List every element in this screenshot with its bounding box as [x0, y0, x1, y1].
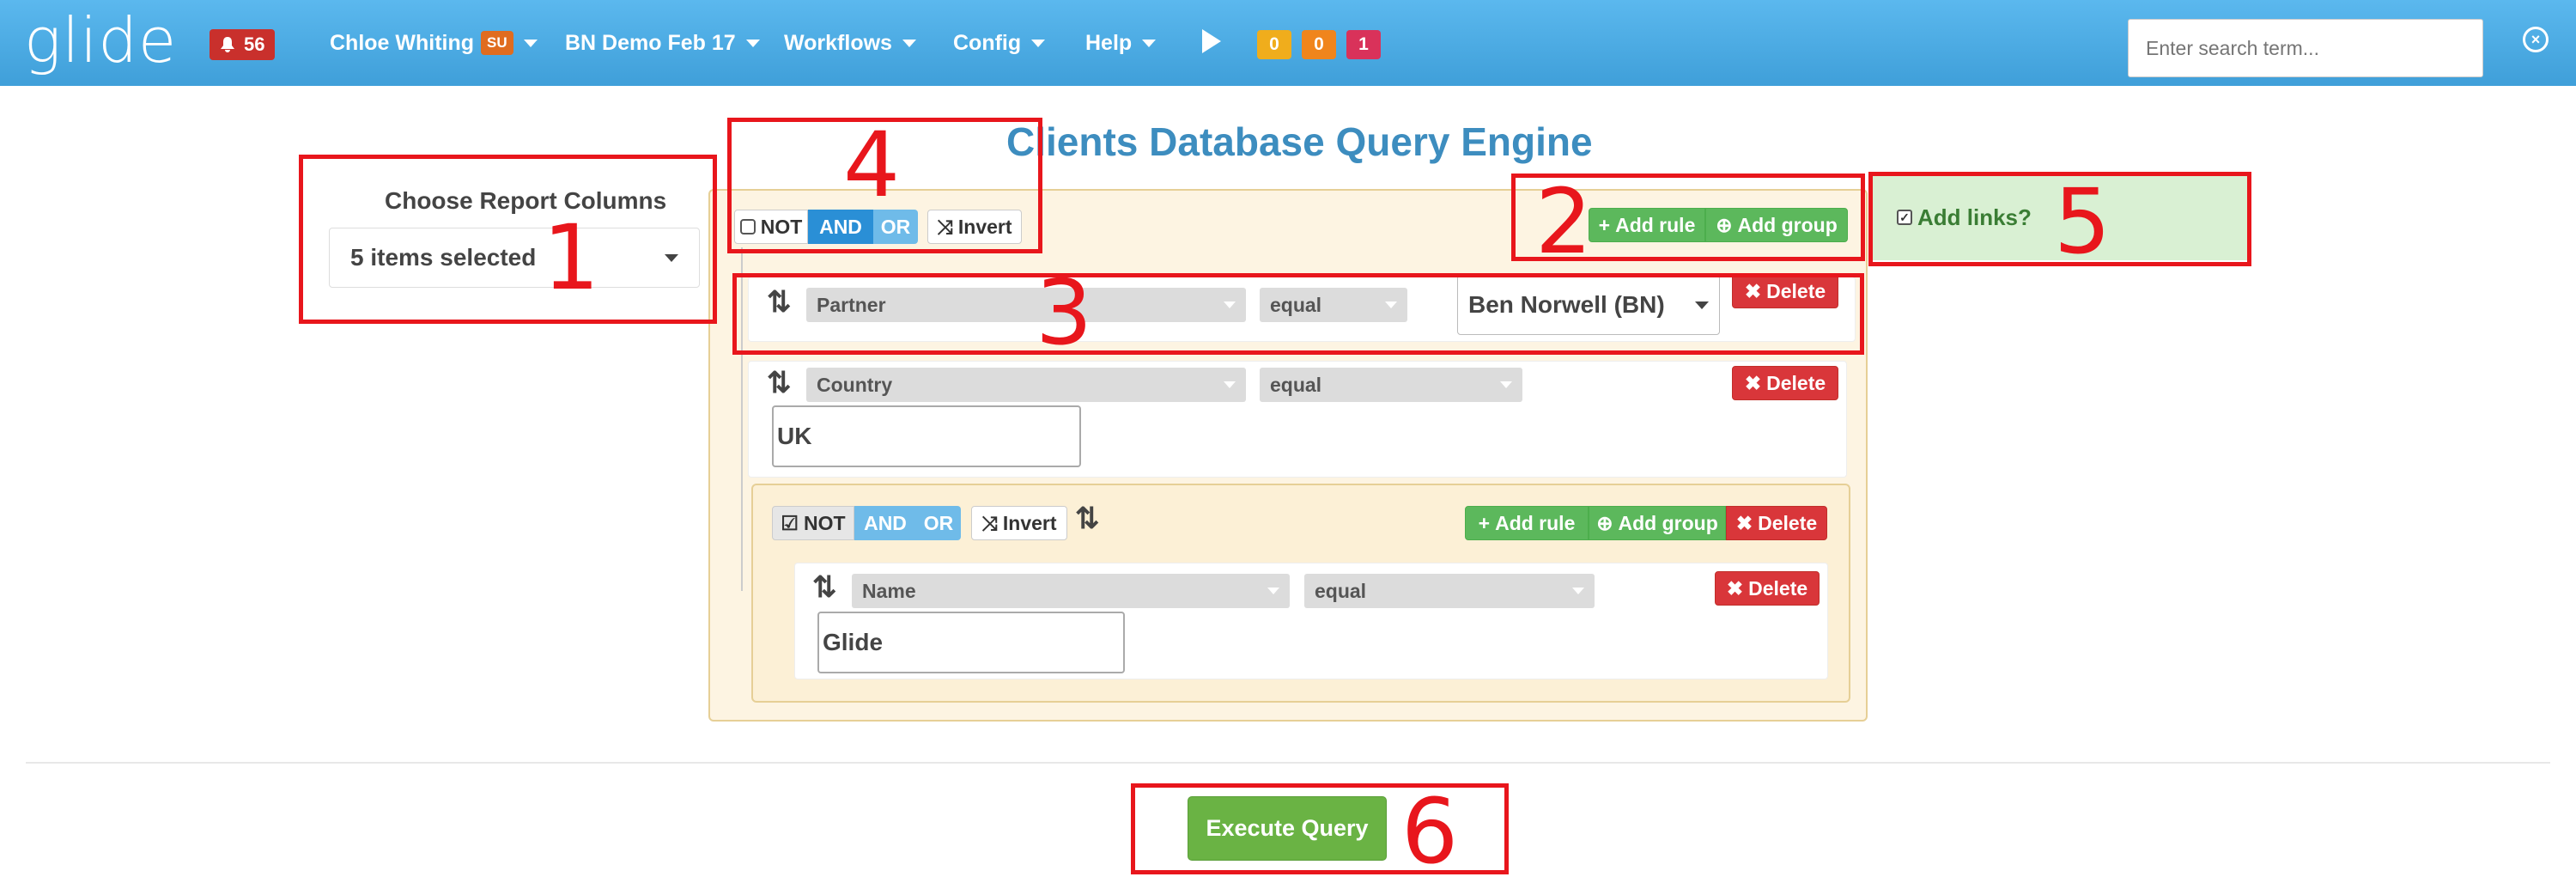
- help-label: Help: [1085, 30, 1133, 55]
- chevron-down-icon: [902, 39, 916, 47]
- group-and-button[interactable]: AND: [854, 506, 916, 540]
- chevron-down-icon: [1031, 39, 1046, 47]
- chevron-down-icon: [1267, 588, 1279, 594]
- close-icon[interactable]: ×: [2523, 27, 2549, 52]
- config-label: Config: [953, 30, 1022, 55]
- value-input[interactable]: Glide: [817, 612, 1125, 673]
- annotation-number: 3: [1036, 260, 1093, 365]
- notifications-count: 56: [244, 33, 265, 55]
- group-add-rule-button[interactable]: + Add rule: [1465, 506, 1589, 540]
- top-navbar: glide 56 Chloe Whiting SU BN Demo Feb 17…: [0, 0, 2576, 86]
- notifications-badge[interactable]: 56: [210, 29, 276, 60]
- config-menu[interactable]: Config: [953, 26, 1046, 60]
- bell-icon: [221, 37, 234, 52]
- sort-handle-icon[interactable]: ⇅: [1075, 502, 1100, 536]
- superuser-badge: SU: [481, 31, 513, 55]
- operator-select[interactable]: equal: [1260, 368, 1522, 402]
- annotation-number: 5: [2054, 169, 2111, 274]
- play-icon[interactable]: [1202, 29, 1221, 53]
- group-add-group-button[interactable]: ⊕ Add group: [1589, 506, 1726, 540]
- search-input[interactable]: [2128, 19, 2483, 77]
- annotation-box-3: [732, 273, 1864, 355]
- annotation-number: 4: [843, 113, 901, 217]
- chevron-down-icon: [745, 39, 760, 47]
- plus-icon: +: [1478, 511, 1491, 534]
- close-icon: ✖: [1744, 371, 1762, 394]
- divider: [26, 762, 2550, 764]
- annotation-number: 2: [1535, 169, 1593, 274]
- close-icon: ✖: [1726, 576, 1744, 600]
- field-select[interactable]: Name: [852, 574, 1290, 608]
- help-menu[interactable]: Help: [1085, 26, 1157, 60]
- project-menu[interactable]: BN Demo Feb 17: [565, 26, 760, 60]
- chevron-down-icon: [1142, 39, 1157, 47]
- count-badge-red[interactable]: 1: [1346, 30, 1381, 59]
- workflows-menu[interactable]: Workflows: [784, 26, 916, 60]
- group-invert-button[interactable]: ⤨ Invert: [971, 506, 1067, 540]
- user-name: Chloe Whiting: [330, 30, 475, 55]
- value-input[interactable]: UK: [772, 405, 1081, 467]
- chevron-down-icon: [1224, 381, 1236, 388]
- delete-rule-button[interactable]: ✖ Delete: [1715, 571, 1820, 606]
- plus-circle-icon: ⊕: [1596, 511, 1613, 534]
- sort-handle-icon[interactable]: ⇅: [812, 570, 837, 605]
- delete-rule-button[interactable]: ✖ Delete: [1732, 366, 1838, 400]
- glide-logo[interactable]: glide: [24, 2, 177, 79]
- chevron-down-icon: [1572, 588, 1584, 594]
- shuffle-icon: ⤨: [981, 511, 998, 534]
- user-menu[interactable]: Chloe Whiting SU: [330, 26, 538, 60]
- annotation-number: 1: [543, 205, 600, 310]
- annotation-number: 6: [1401, 779, 1459, 883]
- group-not-toggle[interactable]: ☑ NOT: [772, 506, 854, 540]
- count-badge-orange[interactable]: 0: [1302, 30, 1336, 59]
- group-or-button[interactable]: OR: [916, 506, 961, 540]
- operator-select[interactable]: equal: [1304, 574, 1595, 608]
- project-name: BN Demo Feb 17: [565, 30, 736, 55]
- field-select[interactable]: Country: [806, 368, 1246, 402]
- chevron-down-icon: [1500, 381, 1512, 388]
- count-badge-yellow[interactable]: 0: [1257, 30, 1291, 59]
- sort-handle-icon[interactable]: ⇅: [767, 366, 792, 400]
- checked-box-icon: ☑: [781, 511, 799, 534]
- close-icon: ✖: [1735, 511, 1753, 534]
- group-delete-button[interactable]: ✖ Delete: [1726, 506, 1827, 540]
- annotation-box-1: [299, 155, 717, 324]
- chevron-down-icon: [523, 39, 538, 47]
- page-title: Clients Database Query Engine: [1006, 119, 1593, 164]
- workflows-label: Workflows: [784, 30, 892, 55]
